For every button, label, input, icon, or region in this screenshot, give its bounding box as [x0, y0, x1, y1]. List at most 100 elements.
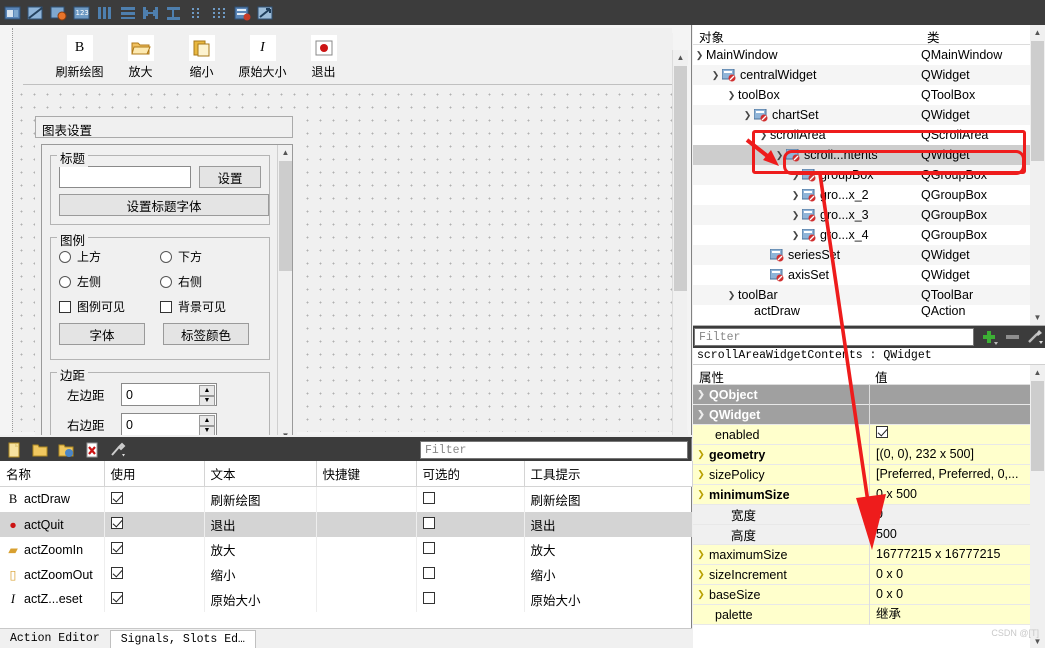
layout-splitter-v-icon[interactable]: [164, 3, 184, 23]
action-checkable-cell[interactable]: [416, 587, 525, 612]
property-value[interactable]: [Preferred, Preferred, 0,...: [869, 464, 1030, 485]
property-value[interactable]: 0 x 0: [869, 564, 1030, 585]
layout-grid-icon[interactable]: [210, 3, 230, 23]
delete-icon[interactable]: [82, 440, 102, 460]
action-editor-panel[interactable]: Filter 名称 使用 文本 快捷键 可选的 工具提示 BactDraw 刷新…: [0, 437, 693, 648]
checkbox-icon[interactable]: [422, 592, 435, 604]
action-used-cell[interactable]: [104, 587, 205, 612]
bottom-dock-tabs[interactable]: Action Editor Signals, Slots Ed…: [0, 628, 692, 648]
table-row[interactable]: ● actQuit 退出 退出: [0, 512, 693, 537]
action-table[interactable]: 名称 使用 文本 快捷键 可选的 工具提示 BactDraw 刷新绘图 刷新绘图…: [0, 461, 693, 612]
object-inspector-scrollbar[interactable]: ▲ ▼: [1030, 25, 1045, 325]
checkbox-icon[interactable]: [422, 517, 435, 529]
action-checkable-cell[interactable]: [416, 512, 525, 537]
chart-settings-panel[interactable]: 图表设置 标题 设置 设置标题字体 图例 上方 下方 左侧 右侧 图例可见 背景…: [35, 116, 297, 435]
checkbox-background-visible[interactable]: 背景可见: [160, 298, 261, 315]
legend-label-color-button[interactable]: 标签颜色: [163, 323, 249, 345]
chevron-down-icon[interactable]: ❯: [725, 90, 738, 101]
spin-up-icon[interactable]: ▲: [199, 385, 215, 396]
scroll-up-icon[interactable]: ▲: [673, 50, 688, 65]
table-row[interactable]: ▰ actZoomIn 放大 放大: [0, 537, 693, 562]
checkbox-legend-visible[interactable]: 图例可见: [59, 298, 160, 315]
form-toolbar-preview[interactable]: B 刷新绘图 放大 缩小 I 原始大小 退出: [23, 33, 673, 85]
scroll-area-vertical-scrollbar[interactable]: ▲ ▼: [277, 145, 292, 435]
main-toolbar[interactable]: 123: [0, 0, 1045, 25]
property-row-palette[interactable]: ❯ palette 继承: [693, 604, 1045, 625]
tree-row-centralwidget[interactable]: ❯ centralWidget QWidget: [693, 65, 1045, 85]
chevron-down-icon[interactable]: ❯: [693, 409, 709, 420]
property-value[interactable]: 0: [869, 504, 1030, 525]
toolbar-item-refresh-draw[interactable]: B 刷新绘图: [51, 35, 108, 80]
col-value[interactable]: 值: [869, 365, 1029, 385]
property-row-basesize[interactable]: ❯ baseSize 0 x 0: [693, 584, 1045, 605]
col-class[interactable]: 类: [921, 25, 1031, 45]
property-row-sizeincrement[interactable]: ❯ sizeIncrement 0 x 0: [693, 564, 1045, 585]
property-value[interactable]: 0 x 0: [869, 584, 1030, 605]
toolbar-item-zoom-out[interactable]: 缩小: [173, 35, 230, 80]
chevron-down-icon[interactable]: ❯: [693, 50, 706, 61]
table-row[interactable]: IactZ...eset 原始大小 原始大小: [0, 587, 693, 612]
property-value[interactable]: 0 x 500: [869, 484, 1030, 505]
copy-icon[interactable]: [56, 440, 76, 460]
property-editor-scrollbar[interactable]: ▲ ▼: [1030, 365, 1045, 648]
layout-stack-icon[interactable]: [233, 3, 253, 23]
scrollbar-thumb[interactable]: [279, 161, 292, 271]
chevron-right-icon[interactable]: ❯: [693, 449, 709, 460]
col-text[interactable]: 文本: [204, 461, 317, 487]
chevron-down-icon[interactable]: ❯: [709, 70, 722, 81]
checkbox-icon[interactable]: [110, 542, 123, 554]
spin-up-icon[interactable]: ▲: [199, 415, 215, 426]
checkbox-icon[interactable]: [110, 567, 123, 579]
radio-legend-right[interactable]: 右侧: [160, 273, 261, 290]
checkbox-icon[interactable]: [110, 592, 123, 604]
chevron-down-icon[interactable]: ❯: [741, 110, 754, 121]
scroll-down-icon[interactable]: ▼: [1030, 310, 1045, 325]
table-row[interactable]: BactDraw 刷新绘图 刷新绘图: [0, 486, 693, 512]
title-input[interactable]: [59, 166, 191, 188]
add-icon[interactable]: [979, 327, 999, 347]
action-checkable-cell[interactable]: [416, 537, 525, 562]
spin-down-icon[interactable]: ▼: [199, 425, 215, 435]
layout-splitter-h-icon[interactable]: [141, 3, 161, 23]
scrollbar-thumb[interactable]: [1031, 41, 1044, 161]
configure-icon[interactable]: [1025, 327, 1045, 347]
layout-form-icon[interactable]: [187, 3, 207, 23]
adjust-size-icon[interactable]: [49, 3, 69, 23]
chevron-right-icon[interactable]: ❯: [693, 469, 709, 480]
set-title-font-button[interactable]: 设置标题字体: [59, 194, 269, 216]
property-value[interactable]: 继承: [869, 604, 1030, 625]
scrollbar-thumb[interactable]: [674, 66, 687, 291]
checkbox-icon[interactable]: [422, 567, 435, 579]
layout-horizontal-icon[interactable]: [3, 3, 23, 23]
col-checkable[interactable]: 可选的: [416, 461, 525, 487]
new-action-icon[interactable]: [4, 440, 24, 460]
layout-horizontal-split-icon[interactable]: [118, 3, 138, 23]
tab-signals-slots-editor[interactable]: Signals, Slots Ed…: [109, 629, 256, 648]
action-used-cell[interactable]: [104, 486, 205, 512]
radio-legend-bottom[interactable]: 下方: [160, 248, 261, 265]
radio-legend-top[interactable]: 上方: [59, 248, 160, 265]
legend-font-button[interactable]: 字体: [59, 323, 145, 345]
checkbox-icon[interactable]: [110, 492, 123, 504]
form-canvas[interactable]: B 刷新绘图 放大 缩小 I 原始大小 退出 图表设置 标题 设置 设置标题字体…: [12, 28, 673, 435]
checkbox-icon[interactable]: [110, 517, 123, 529]
col-object[interactable]: 对象: [693, 25, 921, 45]
remove-icon[interactable]: [1003, 327, 1023, 347]
toolbar-item-original-size[interactable]: I 原始大小: [234, 35, 291, 80]
action-checkable-cell[interactable]: [416, 562, 525, 587]
form-vertical-scrollbar[interactable]: ▲ ▼: [672, 50, 688, 435]
col-name[interactable]: 名称: [0, 461, 105, 487]
scroll-up-icon[interactable]: ▲: [1030, 25, 1045, 40]
scroll-up-icon[interactable]: ▲: [278, 145, 292, 160]
action-used-cell[interactable]: [104, 562, 205, 587]
col-tooltip[interactable]: 工具提示: [524, 461, 693, 487]
configure-icon[interactable]: [108, 440, 128, 460]
table-row[interactable]: ▯ actZoomOut 缩小 缩小: [0, 562, 693, 587]
property-value[interactable]: 16777215 x 16777215: [869, 544, 1030, 565]
tree-row-chartset[interactable]: ❯ chartSet QWidget: [693, 105, 1045, 125]
margin-right-spinbox[interactable]: 0 ▲ ▼: [121, 413, 217, 435]
property-value[interactable]: [(0, 0), 232 x 500]: [869, 444, 1030, 465]
preview-icon[interactable]: [256, 3, 276, 23]
col-used[interactable]: 使用: [104, 461, 205, 487]
scroll-up-icon[interactable]: ▲: [1030, 365, 1045, 380]
